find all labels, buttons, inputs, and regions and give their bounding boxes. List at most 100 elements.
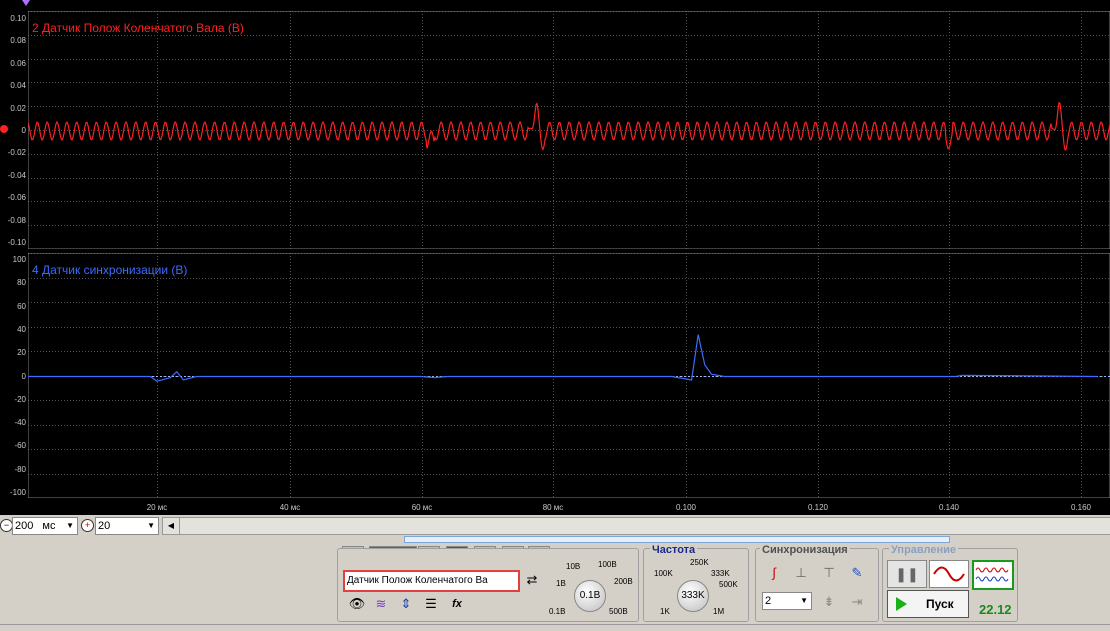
grid-dot — [265, 154, 266, 155]
grid-dot — [907, 154, 908, 155]
grid-dot — [1018, 154, 1019, 155]
grid-dot — [430, 225, 431, 226]
grid-dot — [889, 178, 890, 179]
grid-dot — [991, 154, 992, 155]
grid-dot — [784, 106, 785, 107]
grid-dot — [463, 59, 464, 60]
grid-dot — [290, 400, 291, 401]
grid-dot — [430, 201, 431, 202]
grid-dot — [436, 154, 437, 155]
grid-dot — [304, 35, 305, 36]
grid-dot — [895, 59, 896, 60]
grid-dot — [931, 82, 932, 83]
grid-dot — [422, 355, 423, 356]
grid-dot — [613, 154, 614, 155]
grid-dot — [523, 178, 524, 179]
grid-dot — [238, 130, 239, 131]
grid-dot — [673, 154, 674, 155]
grid-dot — [541, 225, 542, 226]
grid-dot — [40, 106, 41, 107]
grid-dot — [565, 178, 566, 179]
grid-dot — [422, 382, 423, 383]
grid-dot — [820, 201, 821, 202]
grid-dot — [166, 225, 167, 226]
grid-dot — [661, 225, 662, 226]
grid-dot — [422, 496, 423, 497]
grid-dot — [919, 130, 920, 131]
grid-dot — [331, 82, 332, 83]
grid-dot — [712, 82, 713, 83]
grid-dot — [196, 178, 197, 179]
grid-dot — [307, 130, 308, 131]
grid-dot — [469, 225, 470, 226]
grid-dot — [313, 154, 314, 155]
grid-dot — [466, 35, 467, 36]
grid-dot — [550, 106, 551, 107]
grid-dot — [160, 106, 161, 107]
grid-dot — [355, 201, 356, 202]
grid-dot — [376, 35, 377, 36]
grid-dot — [451, 130, 452, 131]
grid-dot — [949, 209, 950, 210]
grid-dot — [811, 59, 812, 60]
grid-dot — [601, 225, 602, 226]
grid-dot — [622, 225, 623, 226]
grid-dot — [31, 106, 32, 107]
grid-dot — [712, 201, 713, 202]
grid-dot — [628, 82, 629, 83]
grid-dot — [1102, 201, 1103, 202]
grid-dot — [949, 137, 950, 138]
grid-dot — [157, 149, 158, 150]
grid-dot — [214, 35, 215, 36]
grid-dot — [613, 178, 614, 179]
grid-dot — [508, 178, 509, 179]
grid-dot — [595, 82, 596, 83]
grid-dot — [553, 265, 554, 266]
grid-dot — [1045, 225, 1046, 226]
grid-dot — [157, 62, 158, 63]
grid-dot — [457, 201, 458, 202]
grid-dot — [685, 82, 686, 83]
grid-dot — [379, 225, 380, 226]
grid-dot — [160, 35, 161, 36]
grid-dot — [1021, 59, 1022, 60]
grid-dot — [238, 59, 239, 60]
grid-dot — [229, 106, 230, 107]
grid-dot — [724, 201, 725, 202]
grid-dot — [949, 128, 950, 129]
grid-dot — [290, 364, 291, 365]
grid-dot — [290, 394, 291, 395]
grid-dot — [997, 35, 998, 36]
grid-dot — [1075, 201, 1076, 202]
grid-dot — [679, 59, 680, 60]
grid-dot — [547, 178, 548, 179]
grid-dot — [844, 201, 845, 202]
grid-dot — [520, 59, 521, 60]
grid-dot — [394, 82, 395, 83]
grid-dot — [634, 178, 635, 179]
grid-dot — [817, 201, 818, 202]
grid-dot — [157, 448, 158, 449]
grid-dot — [1039, 82, 1040, 83]
grid-dot — [1027, 225, 1028, 226]
grid-dot — [85, 106, 86, 107]
grid-dot — [283, 201, 284, 202]
grid-dot — [748, 35, 749, 36]
grid-dot — [607, 130, 608, 131]
grid-dot — [214, 106, 215, 107]
grid-dot — [154, 59, 155, 60]
grid-dot — [823, 225, 824, 226]
grid-dot — [985, 178, 986, 179]
grid-dot — [397, 59, 398, 60]
grid-dot — [532, 130, 533, 131]
grid-dot — [307, 178, 308, 179]
grid-dot — [673, 201, 674, 202]
grid-dot — [290, 182, 291, 183]
grid-dot — [247, 59, 248, 60]
grid-dot — [217, 82, 218, 83]
grid-dot — [290, 487, 291, 488]
grid-dot — [290, 62, 291, 63]
grid-dot — [511, 59, 512, 60]
grid-dot — [715, 106, 716, 107]
grid-dot — [553, 358, 554, 359]
